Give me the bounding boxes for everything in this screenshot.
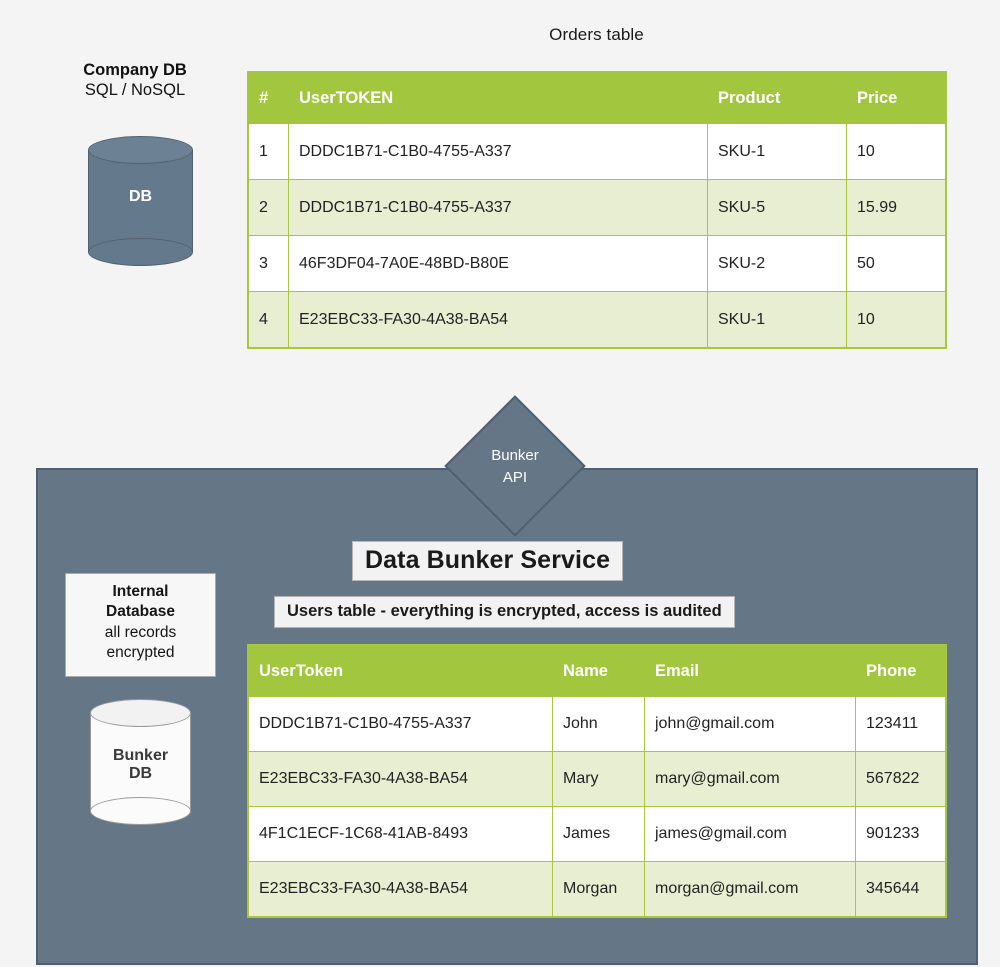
- orders-cell-price: 10: [846, 291, 946, 348]
- table-row: 1 DDDC1B71-C1B0-4755-A337 SKU-1 10: [248, 123, 946, 180]
- users-cell-email: morgan@gmail.com: [644, 861, 856, 917]
- users-cell-phone: 567822: [855, 751, 946, 807]
- cylinder-bottom: [88, 238, 193, 266]
- bunker-db-cylinder-icon: Bunker DB: [90, 699, 191, 825]
- users-col-usertoken: UserToken: [248, 645, 553, 697]
- orders-table-header-row: # UserTOKEN Product Price: [248, 72, 946, 124]
- orders-cell-usertoken: DDDC1B71-C1B0-4755-A337: [288, 123, 708, 180]
- table-row: 2 DDDC1B71-C1B0-4755-A337 SKU-5 15.99: [248, 179, 946, 236]
- orders-cell-price: 50: [846, 235, 946, 292]
- table-row: E23EBC33-FA30-4A38-BA54 Mary mary@gmail.…: [248, 751, 946, 807]
- company-db-cylinder-label: DB: [128, 188, 153, 205]
- users-cell-usertoken: 4F1C1ECF-1C68-41AB-8493: [248, 806, 553, 862]
- orders-cell-index: 2: [248, 179, 289, 236]
- orders-cell-price: 15.99: [846, 179, 946, 236]
- page-title: Data Bunker Service: [352, 541, 624, 581]
- company-db-title: Company DB: [83, 61, 187, 79]
- orders-cell-index: 3: [248, 235, 289, 292]
- bunker-db-label-line1: Bunker: [112, 747, 169, 764]
- cylinder-top: [88, 136, 193, 164]
- users-col-name: Name: [552, 645, 645, 697]
- orders-cell-price: 10: [846, 123, 946, 180]
- table-row: E23EBC33-FA30-4A38-BA54 Morgan morgan@gm…: [248, 861, 946, 917]
- orders-cell-usertoken: E23EBC33-FA30-4A38-BA54: [288, 291, 708, 348]
- internal-database-note: Internal Database all records encrypted: [65, 573, 216, 677]
- orders-cell-product: SKU-2: [707, 235, 847, 292]
- users-col-phone: Phone: [855, 645, 946, 697]
- bunker-db-label-line2: DB: [128, 765, 153, 783]
- table-row: 4F1C1ECF-1C68-41AB-8493 James james@gmai…: [248, 806, 946, 862]
- users-cell-email: mary@gmail.com: [644, 751, 856, 807]
- users-table: UserToken Name Email Phone DDDC1B71-C1B0…: [248, 645, 946, 917]
- users-cell-email: john@gmail.com: [644, 696, 856, 752]
- table-row: 4 E23EBC33-FA30-4A38-BA54 SKU-1 10: [248, 291, 946, 348]
- users-cell-usertoken: DDDC1B71-C1B0-4755-A337: [248, 696, 553, 752]
- orders-cell-index: 4: [248, 291, 289, 348]
- users-cell-name: John: [552, 696, 645, 752]
- orders-cell-product: SKU-1: [707, 123, 847, 180]
- bunker-api-label: Bunker API: [444, 445, 586, 489]
- cylinder-top: [90, 699, 191, 727]
- bunker-api-label-line2: API: [502, 468, 528, 486]
- users-cell-phone: 901233: [855, 806, 946, 862]
- bunker-db-cylinder-label: Bunker DB: [90, 747, 191, 784]
- orders-cell-usertoken: 46F3DF04-7A0E-48BD-B80E: [288, 235, 708, 292]
- cylinder-bottom: [90, 797, 191, 825]
- users-table-header-row: UserToken Name Email Phone: [248, 645, 946, 697]
- company-db-label: Company DB SQL / NoSQL: [30, 60, 240, 101]
- bunker-api-label-line1: Bunker: [491, 447, 539, 464]
- internal-db-note-line4: encrypted: [106, 644, 175, 662]
- orders-cell-index: 1: [248, 123, 289, 180]
- table-row: DDDC1B71-C1B0-4755-A337 John john@gmail.…: [248, 696, 946, 752]
- table-row: 3 46F3DF04-7A0E-48BD-B80E SKU-2 50: [248, 235, 946, 292]
- users-cell-phone: 345644: [855, 861, 946, 917]
- internal-db-note-line3: all records: [104, 623, 177, 641]
- orders-col-product: Product: [707, 72, 847, 124]
- users-cell-usertoken: E23EBC33-FA30-4A38-BA54: [248, 861, 553, 917]
- orders-col-price: Price: [846, 72, 946, 124]
- users-cell-email: james@gmail.com: [644, 806, 856, 862]
- company-db-subtitle: SQL / NoSQL: [84, 81, 186, 100]
- users-col-email: Email: [644, 645, 856, 697]
- users-cell-name: Morgan: [552, 861, 645, 917]
- users-cell-name: Mary: [552, 751, 645, 807]
- company-db-cylinder-icon: DB: [88, 136, 193, 266]
- users-cell-phone: 123411: [855, 696, 946, 752]
- users-cell-usertoken: E23EBC33-FA30-4A38-BA54: [248, 751, 553, 807]
- orders-cell-product: SKU-1: [707, 291, 847, 348]
- users-cell-name: James: [552, 806, 645, 862]
- orders-table: # UserTOKEN Product Price 1 DDDC1B71-C1B…: [248, 72, 946, 348]
- orders-col-index: #: [248, 72, 289, 124]
- orders-col-usertoken: UserTOKEN: [288, 72, 708, 124]
- orders-cell-product: SKU-5: [707, 179, 847, 236]
- orders-cell-usertoken: DDDC1B71-C1B0-4755-A337: [288, 179, 708, 236]
- internal-db-note-line1: Internal: [112, 583, 169, 600]
- bunker-api-node: Bunker API: [444, 395, 586, 537]
- users-table-caption: Users table - everything is encrypted, a…: [274, 596, 735, 628]
- internal-db-note-line2: Database: [106, 603, 175, 621]
- orders-table-title: Orders table: [549, 25, 644, 44]
